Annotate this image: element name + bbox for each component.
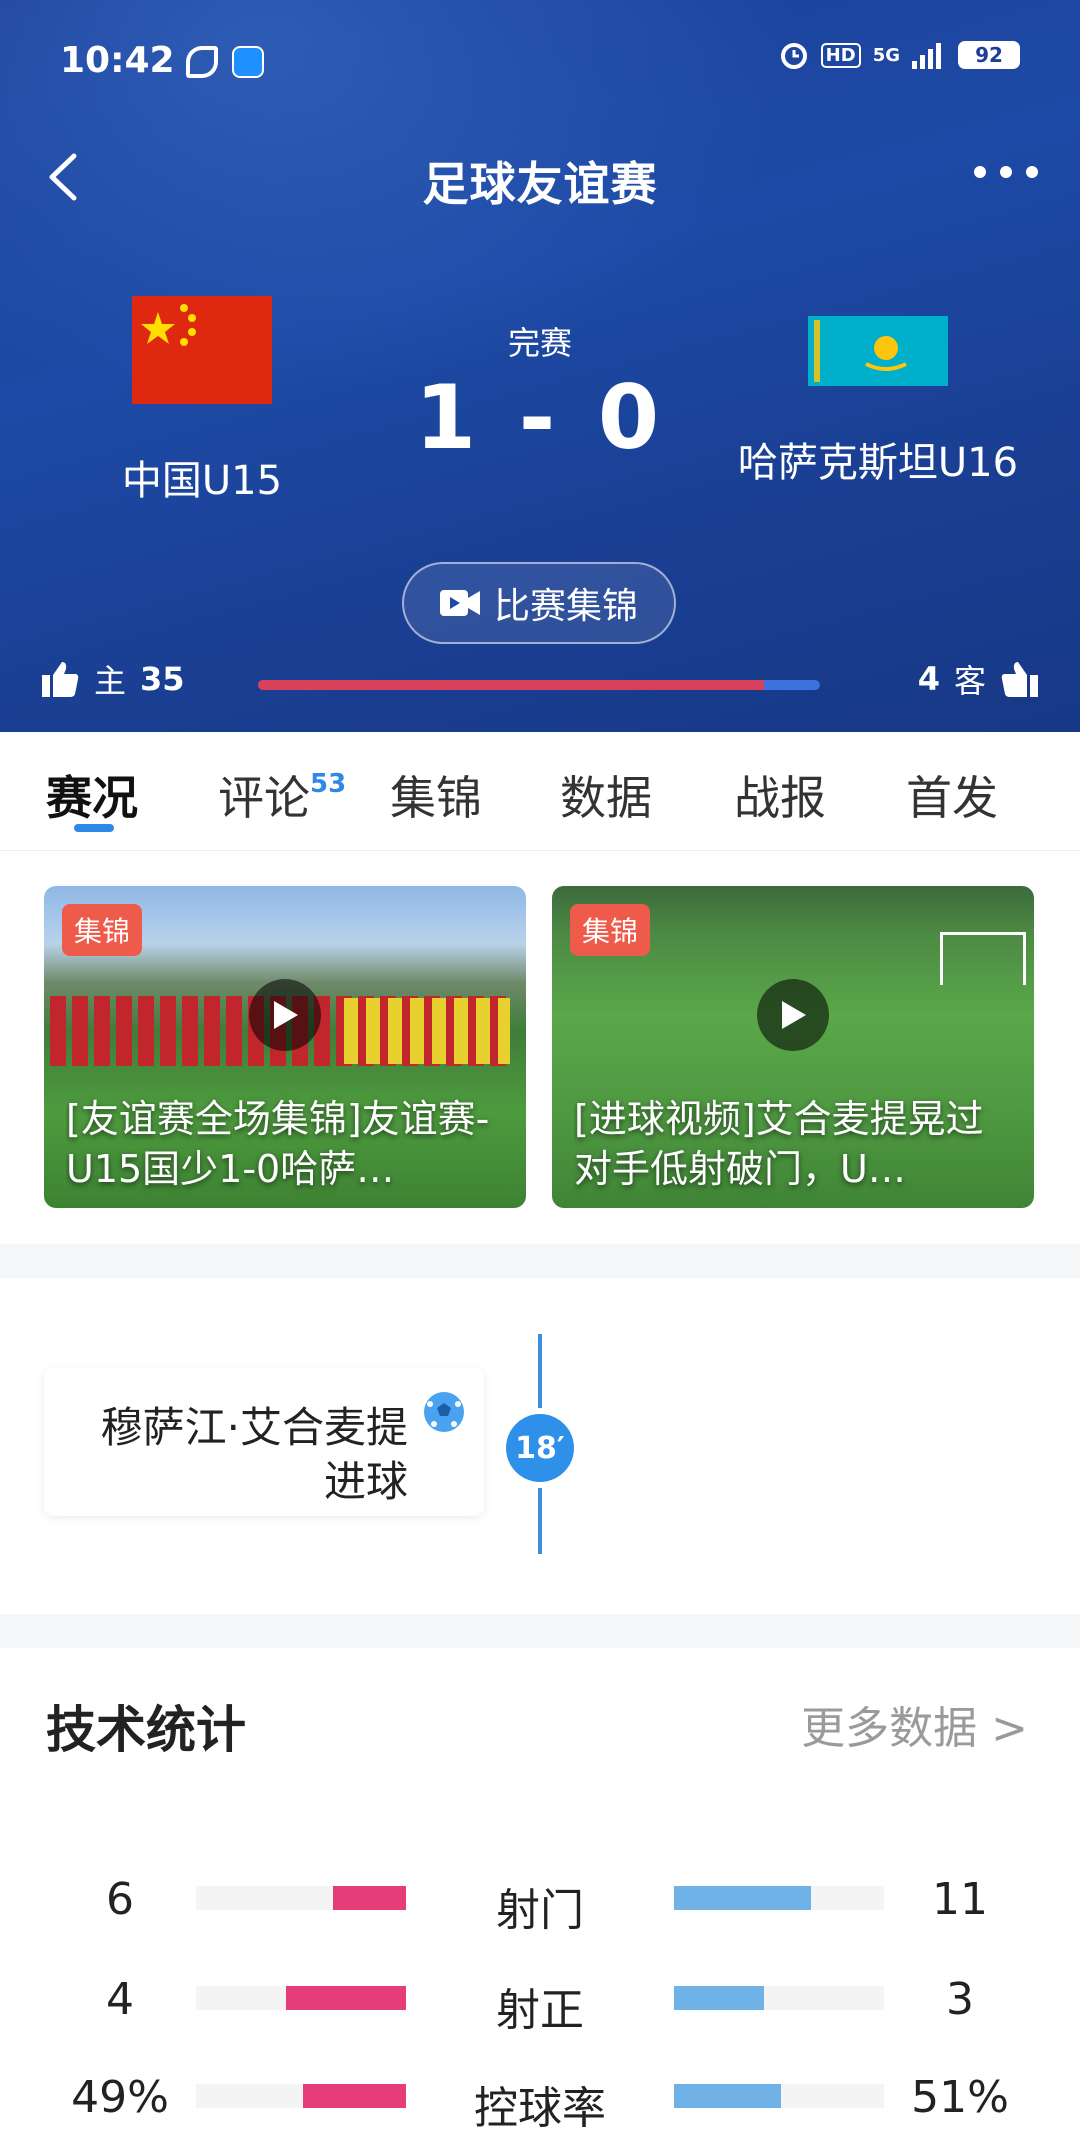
kazakhstan-flag-icon — [808, 316, 948, 386]
active-tab-indicator — [74, 824, 114, 832]
status-bar: 10:42 HD 5G 92 — [60, 40, 1020, 84]
section-divider — [0, 1614, 1080, 1648]
support-ratio-bar — [258, 680, 820, 690]
tab-label: 数据 — [560, 771, 652, 825]
stat-row: 49% 控球率 51% — [0, 2062, 1080, 2134]
event-type: 进球 — [323, 1457, 408, 1506]
thumbs-up-icon — [1001, 662, 1038, 697]
app-notification-icon — [186, 46, 218, 78]
section-divider — [0, 1244, 1080, 1278]
stat-home-bar-fill — [332, 1886, 406, 1910]
home-support[interactable]: 主 35 — [40, 656, 185, 702]
stat-home-bar-fill — [303, 2084, 406, 2108]
away-team-name: 哈萨克斯坦U16 — [737, 440, 1019, 486]
stats-title: 技术统计 — [46, 1701, 246, 1759]
video-tag: 集锦 — [62, 904, 143, 956]
stat-row: 4 射正 3 — [0, 1964, 1080, 2036]
support-bar: 主 35 4 客 — [40, 656, 1040, 712]
tab-report[interactable]: 战报 — [734, 762, 826, 828]
status-right: HD 5G 92 — [779, 40, 1020, 70]
highlights-button[interactable]: 比赛集锦 — [402, 562, 676, 644]
alarm-icon — [780, 43, 807, 69]
stat-home-value: 4 — [106, 1974, 134, 2025]
away-support-count: 4 — [917, 660, 940, 698]
stat-home-bar — [196, 1986, 406, 2010]
tab-label: 首发 — [906, 771, 998, 825]
tab-comments[interactable]: 评论53 — [218, 762, 346, 828]
tab-label: 评论 — [218, 771, 310, 825]
comment-count-badge: 53 — [310, 768, 347, 799]
stat-away-bar — [674, 1986, 884, 2010]
stat-home-value: 49% — [71, 2072, 169, 2123]
stat-away-bar — [674, 1886, 884, 1910]
away-support[interactable]: 4 客 — [918, 656, 1040, 702]
stat-away-bar — [674, 2084, 884, 2108]
tab-bar: 赛况 评论53 集锦 数据 战报 首发 — [0, 732, 1080, 851]
battery-indicator: 92 — [958, 41, 1020, 69]
video-list: 集锦 [友谊赛全场集锦]友谊赛-U15国少1-0哈萨… 集锦 [进球视频]艾合麦… — [44, 886, 1034, 1208]
more-data-link[interactable]: 更多数据 > — [801, 1692, 1028, 1756]
video-title: [友谊赛全场集锦]友谊赛-U15国少1-0哈萨… — [66, 1097, 490, 1191]
hd-badge: HD — [820, 42, 861, 68]
tab-live[interactable]: 赛况 — [46, 762, 138, 828]
stat-row: 6 射门 11 — [0, 1864, 1080, 1936]
stat-home-bar — [196, 2084, 406, 2108]
video-title: [进球视频]艾合麦提晃过对手低射破门，U… — [574, 1097, 984, 1191]
home-support-label: 主 — [94, 662, 127, 700]
stat-away-value: 3 — [946, 1974, 974, 2025]
video-card[interactable]: 集锦 [友谊赛全场集锦]友谊赛-U15国少1-0哈萨… — [44, 886, 526, 1208]
network-label: 5G — [872, 44, 900, 66]
signal-icon — [912, 43, 941, 69]
event-player: 穆萨江·艾合麦提 — [100, 1403, 408, 1452]
stat-label: 射门 — [496, 1885, 584, 1936]
match-header: 10:42 HD 5G 92 足球友谊赛 中国U15 完赛 1 - 0 哈萨克斯… — [0, 0, 1080, 732]
more-options-icon[interactable] — [974, 162, 1038, 182]
support-ratio-fill — [258, 680, 764, 690]
tab-highlights[interactable]: 集锦 — [390, 762, 482, 828]
goal-event-card[interactable]: 穆萨江·艾合麦提 进球 — [44, 1368, 484, 1516]
status-time: 10:42 — [60, 40, 175, 81]
video-camera-icon — [439, 590, 480, 616]
stat-away-bar-fill — [674, 1886, 811, 1910]
goal-frame — [940, 932, 1026, 985]
stat-home-bar-fill — [286, 1986, 406, 2010]
away-team[interactable]: 哈萨克斯坦U16 — [728, 296, 1028, 488]
video-tag: 集锦 — [570, 904, 651, 956]
stat-away-value: 11 — [932, 1874, 988, 1925]
tab-label: 集锦 — [390, 771, 482, 825]
tab-lineup[interactable]: 首发 — [906, 762, 998, 828]
thumbs-up-icon — [42, 662, 79, 697]
app-badge-icon — [232, 46, 264, 78]
stat-label: 控球率 — [474, 2083, 606, 2134]
players-lineup-yellow — [344, 998, 510, 1064]
page-title: 足球友谊赛 — [422, 157, 658, 211]
stat-away-bar-fill — [674, 1986, 765, 2010]
stat-label: 射正 — [496, 1985, 584, 2036]
tab-label: 战报 — [734, 771, 826, 825]
home-support-count: 35 — [140, 660, 185, 698]
play-icon[interactable] — [757, 978, 829, 1051]
event-timeline: 穆萨江·艾合麦提 进球 18′ — [0, 1334, 1080, 1554]
highlights-button-label: 比赛集锦 — [493, 586, 638, 627]
soccer-ball-icon — [424, 1392, 464, 1432]
stat-away-value: 51% — [911, 2072, 1009, 2123]
stat-home-bar — [196, 1886, 406, 1910]
tab-data[interactable]: 数据 — [560, 762, 652, 828]
nav-bar: 足球友谊赛 — [0, 140, 1080, 220]
stat-away-bar-fill — [674, 2084, 782, 2108]
stat-home-value: 6 — [106, 1874, 134, 1925]
play-icon[interactable] — [249, 978, 321, 1051]
event-minute-badge: 18′ — [506, 1414, 574, 1482]
away-support-label: 客 — [953, 662, 986, 700]
tab-label: 赛况 — [46, 771, 138, 825]
video-card[interactable]: 集锦 [进球视频]艾合麦提晃过对手低射破门，U… — [552, 886, 1034, 1208]
